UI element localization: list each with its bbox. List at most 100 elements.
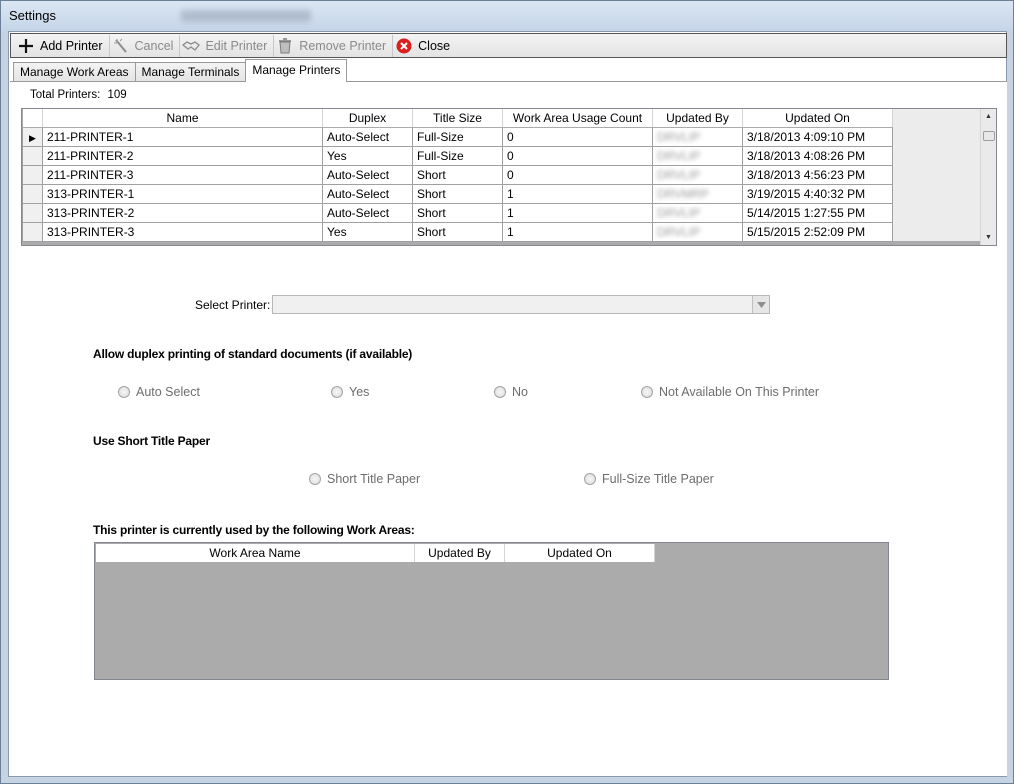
- row-selector[interactable]: [22, 202, 43, 223]
- grid-vertical-scrollbar[interactable]: ▲ ▼: [980, 109, 996, 245]
- table-row[interactable]: 313-PRINTER-3 Yes Short 1 DRVLIP 5/15/20…: [22, 221, 982, 242]
- row-selector[interactable]: ▶: [22, 126, 43, 147]
- table-row[interactable]: 211-PRINTER-3 Auto-Select Short 0 DRVLIP…: [22, 164, 982, 185]
- select-printer-dropdown[interactable]: [272, 295, 770, 314]
- duplex-option-auto-select[interactable]: Auto Select: [118, 385, 200, 399]
- cell-updated-by[interactable]: DRVLIP: [652, 145, 743, 166]
- cell-usage-count[interactable]: 0: [502, 145, 653, 166]
- updated-by-value: DRVLIP: [657, 224, 701, 239]
- duplex-option-not-available[interactable]: Not Available On This Printer: [641, 385, 819, 399]
- row-filler: [892, 203, 982, 222]
- cell-duplex[interactable]: Auto-Select: [322, 183, 413, 204]
- handshake-icon: [182, 37, 201, 55]
- cell-updated-by[interactable]: DRVLIP: [652, 202, 743, 223]
- cell-updated-by[interactable]: DRVLIP: [652, 221, 743, 242]
- cell-usage-count[interactable]: 1: [502, 202, 653, 223]
- paper-section-title: Use Short Title Paper: [93, 434, 210, 448]
- cell-title-size[interactable]: Short: [412, 221, 503, 242]
- cell-updated-by[interactable]: DRVLIP: [652, 126, 743, 147]
- col-header-updated-by[interactable]: Updated By: [415, 544, 505, 562]
- col-header-title-size[interactable]: Title Size: [412, 109, 503, 128]
- cell-updated-on[interactable]: 3/19/2015 4:40:32 PM: [742, 183, 893, 204]
- manage-printers-panel: Total Printers: 109 Name Duplex Title Si…: [10, 81, 1007, 776]
- paper-option-short-title[interactable]: Short Title Paper: [309, 472, 420, 486]
- edit-printer-button[interactable]: Edit Printer: [180, 34, 275, 57]
- cell-name[interactable]: 313-PRINTER-1: [42, 183, 323, 204]
- cancel-button[interactable]: Cancel: [110, 34, 181, 57]
- cell-title-size[interactable]: Short: [412, 164, 503, 185]
- cell-title-size[interactable]: Full-Size: [412, 145, 503, 166]
- duplex-option-yes[interactable]: Yes: [331, 385, 369, 399]
- total-printers: Total Printers: 109: [30, 89, 127, 101]
- row-header-corner: [22, 109, 43, 128]
- table-row[interactable]: 313-PRINTER-1 Auto-Select Short 1 DRVMRP…: [22, 183, 982, 204]
- edit-printer-label: Edit Printer: [205, 38, 268, 53]
- radio-circle-icon: [331, 386, 343, 398]
- cell-title-size[interactable]: Short: [412, 202, 503, 223]
- paper-option-label: Full-Size Title Paper: [602, 472, 714, 486]
- magic-wand-icon: [112, 37, 130, 55]
- cell-usage-count[interactable]: 1: [502, 183, 653, 204]
- cell-usage-count[interactable]: 1: [502, 221, 653, 242]
- scroll-up-icon[interactable]: ▲: [985, 113, 992, 120]
- close-button[interactable]: Close: [393, 35, 456, 57]
- col-header-duplex[interactable]: Duplex: [322, 109, 413, 128]
- cell-updated-on[interactable]: 5/14/2015 1:27:55 PM: [742, 202, 893, 223]
- add-printer-button[interactable]: Add Printer: [15, 34, 110, 57]
- work-areas-header-row: Work Area Name Updated By Updated On: [96, 544, 655, 562]
- col-header-work-area-name[interactable]: Work Area Name: [96, 544, 415, 562]
- cell-updated-on[interactable]: 3/18/2013 4:56:23 PM: [742, 164, 893, 185]
- col-header-updated-on[interactable]: Updated On: [505, 544, 655, 562]
- cell-updated-on[interactable]: 5/15/2015 2:52:09 PM: [742, 221, 893, 242]
- cell-updated-on[interactable]: 3/18/2013 4:08:26 PM: [742, 145, 893, 166]
- work-areas-grid[interactable]: Work Area Name Updated By Updated On: [94, 542, 889, 680]
- paper-option-full-size[interactable]: Full-Size Title Paper: [584, 472, 714, 486]
- col-header-usage-count[interactable]: Work Area Usage Count: [502, 109, 653, 128]
- cell-name[interactable]: 211-PRINTER-3: [42, 164, 323, 185]
- close-label: Close: [418, 38, 451, 53]
- cell-duplex[interactable]: Yes: [322, 145, 413, 166]
- chevron-down-icon[interactable]: [752, 296, 769, 313]
- cell-duplex[interactable]: Yes: [322, 221, 413, 242]
- row-filler: [892, 165, 982, 184]
- cell-updated-on[interactable]: 3/18/2013 4:09:10 PM: [742, 126, 893, 147]
- tab-manage-printers[interactable]: Manage Printers: [245, 59, 348, 82]
- table-row[interactable]: ▶ 211-PRINTER-1 Auto-Select Full-Size 0 …: [22, 126, 982, 147]
- cell-name[interactable]: 313-PRINTER-3: [42, 221, 323, 242]
- row-selector[interactable]: [22, 164, 43, 185]
- tab-manage-work-areas[interactable]: Manage Work Areas: [13, 62, 136, 82]
- cell-updated-by[interactable]: DRVMRP: [652, 183, 743, 204]
- duplex-option-no[interactable]: No: [494, 385, 528, 399]
- row-selector[interactable]: [22, 145, 43, 166]
- tab-strip: Manage Work Areas Manage Terminals Manag…: [13, 59, 348, 82]
- client-area: Add Printer Cancel Edit Printer Remove P…: [8, 31, 1007, 777]
- scroll-down-icon[interactable]: ▼: [985, 234, 992, 241]
- header-filler: [892, 109, 982, 127]
- cell-title-size[interactable]: Full-Size: [412, 126, 503, 147]
- cell-name[interactable]: 211-PRINTER-1: [42, 126, 323, 147]
- remove-printer-label: Remove Printer: [299, 38, 387, 53]
- cell-duplex[interactable]: Auto-Select: [322, 164, 413, 185]
- col-header-updated-by[interactable]: Updated By: [652, 109, 743, 128]
- table-row[interactable]: 211-PRINTER-2 Yes Full-Size 0 DRVLIP 3/1…: [22, 145, 982, 166]
- cell-usage-count[interactable]: 0: [502, 164, 653, 185]
- cell-updated-by[interactable]: DRVLIP: [652, 164, 743, 185]
- row-selector[interactable]: [22, 221, 43, 242]
- cell-duplex[interactable]: Auto-Select: [322, 202, 413, 223]
- col-header-name[interactable]: Name: [42, 109, 323, 128]
- radio-circle-icon: [584, 473, 596, 485]
- col-header-updated-on[interactable]: Updated On: [742, 109, 893, 128]
- printers-header-row: Name Duplex Title Size Work Area Usage C…: [22, 109, 982, 128]
- cell-title-size[interactable]: Short: [412, 183, 503, 204]
- scroll-thumb[interactable]: [983, 131, 995, 141]
- remove-printer-button[interactable]: Remove Printer: [274, 34, 394, 57]
- cell-name[interactable]: 211-PRINTER-2: [42, 145, 323, 166]
- printers-grid[interactable]: Name Duplex Title Size Work Area Usage C…: [21, 108, 997, 246]
- updated-by-value: DRVLIP: [657, 129, 701, 144]
- cell-name[interactable]: 313-PRINTER-2: [42, 202, 323, 223]
- table-row[interactable]: 313-PRINTER-2 Auto-Select Short 1 DRVLIP…: [22, 202, 982, 223]
- row-selector[interactable]: [22, 183, 43, 204]
- tab-manage-terminals[interactable]: Manage Terminals: [134, 62, 247, 82]
- cell-usage-count[interactable]: 0: [502, 126, 653, 147]
- cell-duplex[interactable]: Auto-Select: [322, 126, 413, 147]
